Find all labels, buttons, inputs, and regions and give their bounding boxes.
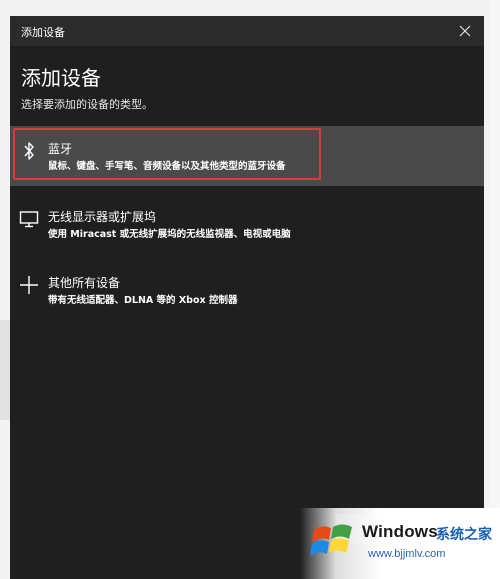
page-title: 添加设备 — [21, 66, 101, 90]
add-device-dialog: 添加设备 添加设备 选择要添加的设备的类型。 蓝牙 鼠标、键盘、手写笔、音频设备… — [10, 16, 484, 579]
site-watermark: Windows 系统之家 www.bjjmlv.com — [300, 508, 500, 579]
watermark-url: www.bjjmlv.com — [368, 548, 446, 560]
background-panel — [0, 320, 10, 420]
window-title: 添加设备 — [21, 26, 65, 39]
watermark-brand: Windows — [362, 522, 438, 541]
close-icon — [459, 25, 471, 37]
option-bluetooth[interactable]: 蓝牙 鼠标、键盘、手写笔、音频设备以及其他类型的蓝牙设备 — [10, 126, 484, 186]
watermark-suffix: 系统之家 — [436, 526, 492, 542]
option-label: 蓝牙 — [48, 142, 73, 156]
bluetooth-icon — [18, 140, 40, 162]
option-description: 使用 Miracast 或无线扩展坞的无线监视器、电视或电脑 — [48, 229, 291, 240]
option-label: 其他所有设备 — [48, 276, 121, 290]
option-description: 鼠标、键盘、手写笔、音频设备以及其他类型的蓝牙设备 — [48, 161, 286, 172]
monitor-icon — [18, 208, 40, 230]
background-edge — [490, 0, 500, 579]
option-label: 无线显示器或扩展坞 — [48, 210, 157, 224]
title-bar: 添加设备 — [10, 16, 484, 46]
windows-logo-icon — [310, 524, 352, 556]
page-subtitle: 选择要添加的设备的类型。 — [21, 98, 153, 111]
plus-icon — [18, 274, 40, 296]
close-button[interactable] — [454, 20, 476, 42]
option-description: 带有无线适配器、DLNA 等的 Xbox 控制器 — [48, 295, 238, 306]
option-everything-else[interactable]: 其他所有设备 带有无线适配器、DLNA 等的 Xbox 控制器 — [10, 260, 484, 320]
option-wireless-display[interactable]: 无线显示器或扩展坞 使用 Miracast 或无线扩展坞的无线监视器、电视或电脑 — [10, 194, 484, 254]
